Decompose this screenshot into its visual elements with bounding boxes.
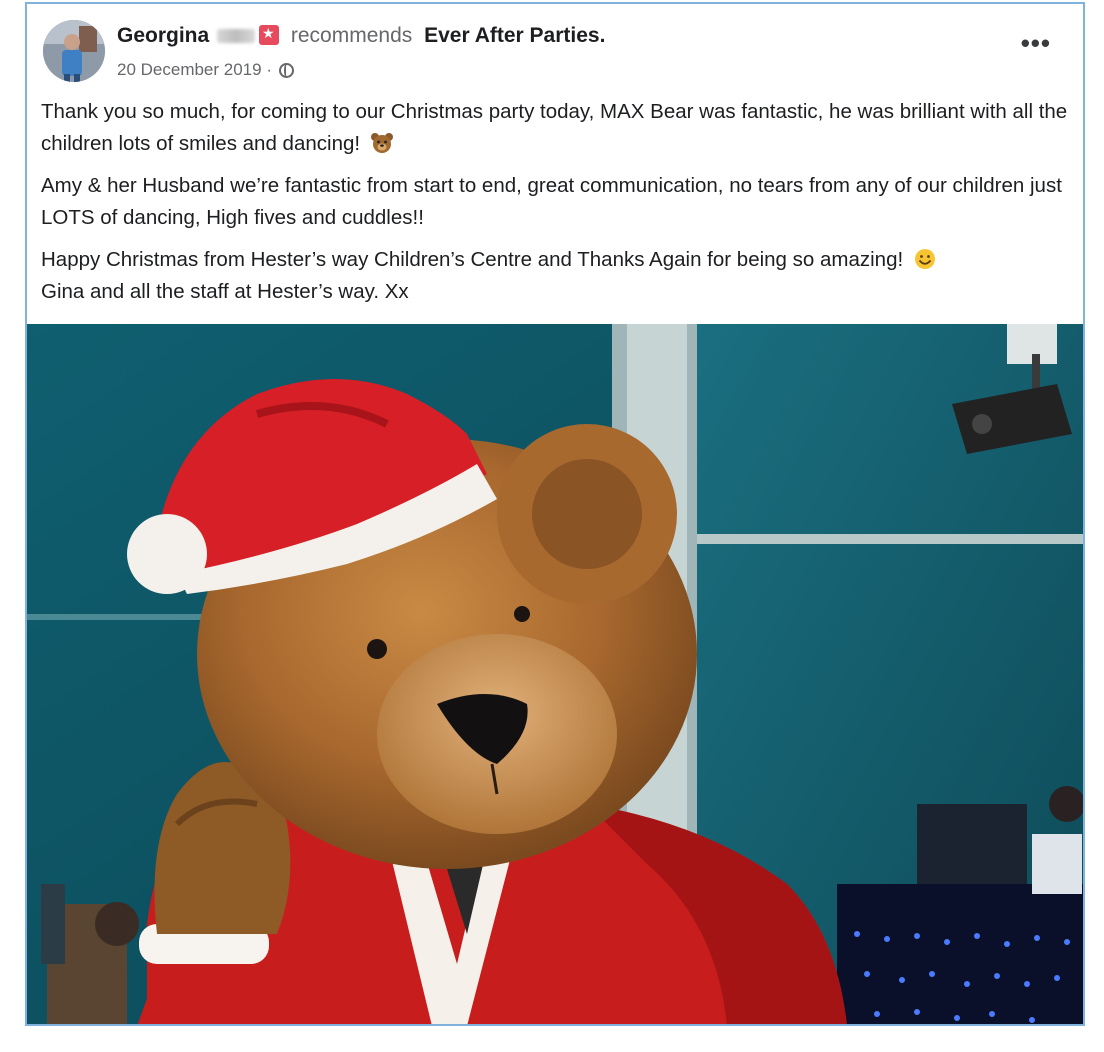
recommend-verb: recommends [290,24,413,47]
globe-icon [278,63,294,78]
review-post-card: Georgina recommends Ever After Parties. … [25,2,1085,1026]
paragraph-4-text: Gina and all the staff at Hester’s way. … [41,280,409,303]
more-options-button[interactable]: ••• [1021,30,1051,56]
post-title-line: Georgina recommends Ever After Parties. [117,24,605,48]
post-paragraph: Thank you so much, for coming to our Chr… [41,96,1071,160]
paragraph-2-text: Amy & her Husband we’re fantastic from s… [41,174,1062,229]
smiley-face-icon [914,249,935,269]
paragraph-3-text: Happy Christmas from Hester’s way Childr… [41,248,904,271]
bear-face-icon [370,133,393,153]
author-avatar[interactable] [43,20,105,82]
author-name[interactable]: Georgina [117,24,209,47]
redacted-surname [217,29,256,44]
paragraph-1-text: Thank you so much, for coming to our Chr… [41,100,1068,155]
post-paragraph: Amy & her Husband we’re fantastic from s… [41,170,1071,234]
page-name-link[interactable]: Ever After Parties. [424,24,605,47]
recommend-badge-icon [259,25,280,45]
post-date[interactable]: 20 December 2019 · [117,60,272,79]
post-meta: 20 December 2019 · [117,60,294,80]
post-photo[interactable] [27,324,1083,1024]
post-body: Thank you so much, for coming to our Chr… [41,96,1071,308]
avatar-photo [43,20,105,82]
post-header: Georgina recommends Ever After Parties. … [41,16,1071,88]
teddy-bear-photo [27,324,1083,1024]
post-paragraph: Happy Christmas from Hester’s way Childr… [41,244,1071,308]
